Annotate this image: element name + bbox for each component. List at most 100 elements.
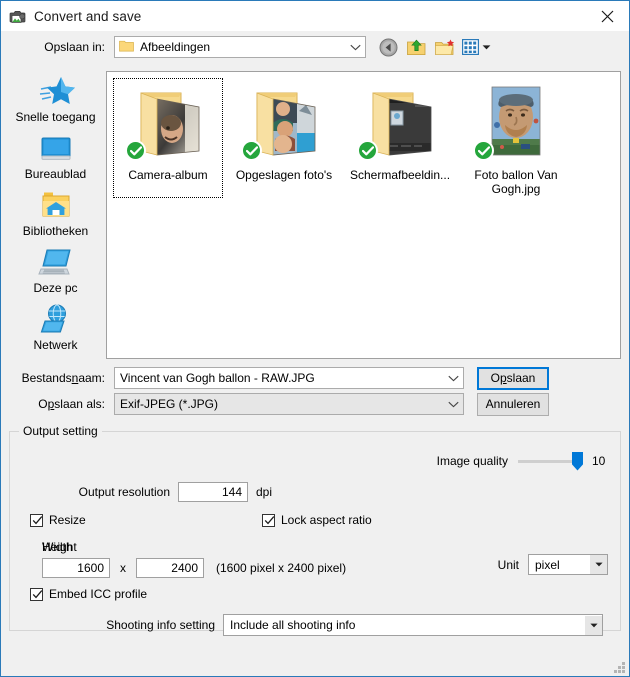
resize-checkbox-row[interactable]: Resize: [30, 513, 86, 527]
monitor-icon: [37, 132, 75, 166]
image-quality-value: 10: [592, 454, 608, 468]
height-label: Height: [42, 540, 77, 554]
resize-checkbox[interactable]: [30, 514, 43, 527]
folder-thumbnail: [243, 81, 325, 165]
list-item[interactable]: Camera-album: [113, 78, 223, 198]
resize-grip[interactable]: [612, 660, 625, 673]
filename-row: Bestandsnaam: Vincent van Gogh ballon - …: [9, 365, 621, 391]
lock-aspect-ratio-label: Lock aspect ratio: [281, 513, 372, 527]
computer-icon: [37, 246, 75, 280]
save-in-label: Opslaan in:: [9, 40, 114, 54]
filetype-row: Opslaan als: Exif-JPEG (*.JPG) Annuleren: [9, 391, 621, 417]
file-name: Camera-album: [114, 168, 222, 182]
output-resolution-input[interactable]: 144: [178, 482, 248, 502]
slider-thumb[interactable]: [572, 452, 583, 471]
sidebar-label: Deze pc: [33, 282, 77, 295]
filename-label: Bestandsnaam:: [9, 371, 114, 385]
embed-icc-label: Embed ICC profile: [49, 587, 147, 601]
list-item[interactable]: Foto ballon Van Gogh.jpg: [461, 78, 571, 198]
places-sidebar: Snelle toegang Bureaublad: [9, 63, 102, 359]
pixel-dimensions-note: (1600 pixel x 2400 pixel): [216, 561, 346, 575]
navigation-toolbar: Opslaan in: Afbeeldingen: [1, 31, 629, 63]
chevron-down-icon[interactable]: [443, 401, 463, 408]
sidebar-label: Netwerk: [33, 339, 77, 352]
lock-aspect-ratio-row[interactable]: Lock aspect ratio: [262, 513, 372, 527]
image-quality-label: Image quality: [437, 454, 508, 468]
folder-thumbnail: [127, 81, 209, 165]
back-arrow-icon[interactable]: [378, 37, 399, 58]
app-camera-icon: [9, 7, 27, 25]
image-quality-slider[interactable]: [518, 460, 578, 463]
sync-check-icon: [357, 140, 378, 161]
file-list[interactable]: Camera-album: [106, 71, 621, 359]
save-button[interactable]: Opslaan: [477, 367, 549, 390]
shooting-info-label: Shooting info setting: [10, 618, 223, 632]
sidebar-label: Snelle toegang: [15, 111, 95, 124]
unit-combobox[interactable]: pixel: [528, 554, 608, 575]
filetype-label: Opslaan als:: [9, 397, 114, 411]
unit-control: Unit pixel: [498, 554, 608, 575]
dimension-separator: x: [120, 561, 126, 575]
folder-thumbnail: [359, 81, 441, 165]
embed-icc-checkbox[interactable]: [30, 588, 43, 601]
sync-check-icon: [473, 140, 494, 161]
lock-aspect-ratio-checkbox[interactable]: [262, 514, 275, 527]
sidebar-item-libraries[interactable]: Bibliotheken: [11, 185, 100, 240]
resize-label: Resize: [49, 513, 86, 527]
output-setting-group: Output setting Image quality 10 Output r…: [9, 431, 621, 631]
width-input[interactable]: 1600: [42, 558, 110, 578]
unit-value: pixel: [529, 558, 560, 572]
image-thumbnail: [475, 81, 557, 165]
group-title: Output setting: [19, 424, 102, 438]
filename-value: Vincent van Gogh ballon - RAW.JPG: [115, 371, 315, 385]
chevron-down-icon[interactable]: [443, 375, 463, 382]
list-item[interactable]: Opgeslagen foto's: [229, 78, 339, 198]
height-input[interactable]: 2400: [136, 558, 204, 578]
folder-path-value: Afbeeldingen: [140, 40, 210, 54]
sync-check-icon: [241, 140, 262, 161]
window-title: Convert and save: [34, 9, 141, 24]
chevron-down-icon[interactable]: [590, 555, 607, 574]
dialog-body: Snelle toegang Bureaublad: [1, 63, 629, 359]
close-button[interactable]: [585, 1, 629, 31]
views-button[interactable]: [462, 39, 491, 55]
file-name: Opgeslagen foto's: [230, 168, 338, 182]
dpi-label: dpi: [256, 485, 272, 499]
width-height-row: 1600 x 2400 (1600 pixel x 2400 pixel): [42, 558, 346, 578]
output-resolution-row: Output resolution 144 dpi: [10, 482, 272, 502]
filetype-value: Exif-JPEG (*.JPG): [115, 397, 218, 411]
title-bar: Convert and save: [1, 1, 629, 31]
sync-check-icon: [125, 140, 146, 161]
new-folder-icon[interactable]: [434, 37, 455, 58]
embed-icc-row[interactable]: Embed ICC profile: [30, 587, 147, 601]
filename-section: Bestandsnaam: Vincent van Gogh ballon - …: [1, 359, 629, 417]
chevron-down-icon[interactable]: [585, 616, 602, 635]
shooting-info-row: Shooting info setting Include all shooti…: [10, 614, 620, 636]
cancel-button[interactable]: Annuleren: [477, 393, 549, 416]
sidebar-label: Bureaublad: [25, 168, 86, 181]
sidebar-item-quick-access[interactable]: Snelle toegang: [11, 71, 100, 126]
folder-icon: [119, 39, 134, 55]
sidebar-item-network[interactable]: Netwerk: [11, 299, 100, 354]
output-resolution-label: Output resolution: [10, 485, 178, 499]
convert-and-save-dialog: Convert and save Opslaan in: Afbeeldinge…: [0, 0, 630, 677]
sidebar-item-this-pc[interactable]: Deze pc: [11, 242, 100, 297]
shooting-info-value: Include all shooting info: [224, 618, 355, 632]
toolbar-buttons: [378, 37, 491, 58]
unit-label: Unit: [498, 558, 519, 572]
filename-input[interactable]: Vincent van Gogh ballon - RAW.JPG: [114, 367, 464, 389]
chevron-down-icon[interactable]: [345, 44, 365, 51]
folder-up-arrow-icon[interactable]: [406, 37, 427, 58]
sidebar-item-desktop[interactable]: Bureaublad: [11, 128, 100, 183]
file-name: Schermafbeeldin...: [346, 168, 454, 182]
file-items-container: Camera-album: [107, 72, 620, 198]
library-folder-icon: [37, 189, 75, 223]
shooting-info-combobox[interactable]: Include all shooting info: [223, 614, 603, 636]
image-quality-control: Image quality 10: [437, 454, 608, 468]
folder-path-combobox[interactable]: Afbeeldingen: [114, 36, 366, 58]
list-item[interactable]: Schermafbeeldin...: [345, 78, 455, 198]
sidebar-label: Bibliotheken: [23, 225, 88, 238]
network-globe-icon: [37, 303, 75, 337]
star-icon: [37, 75, 75, 109]
filetype-combobox[interactable]: Exif-JPEG (*.JPG): [114, 393, 464, 415]
